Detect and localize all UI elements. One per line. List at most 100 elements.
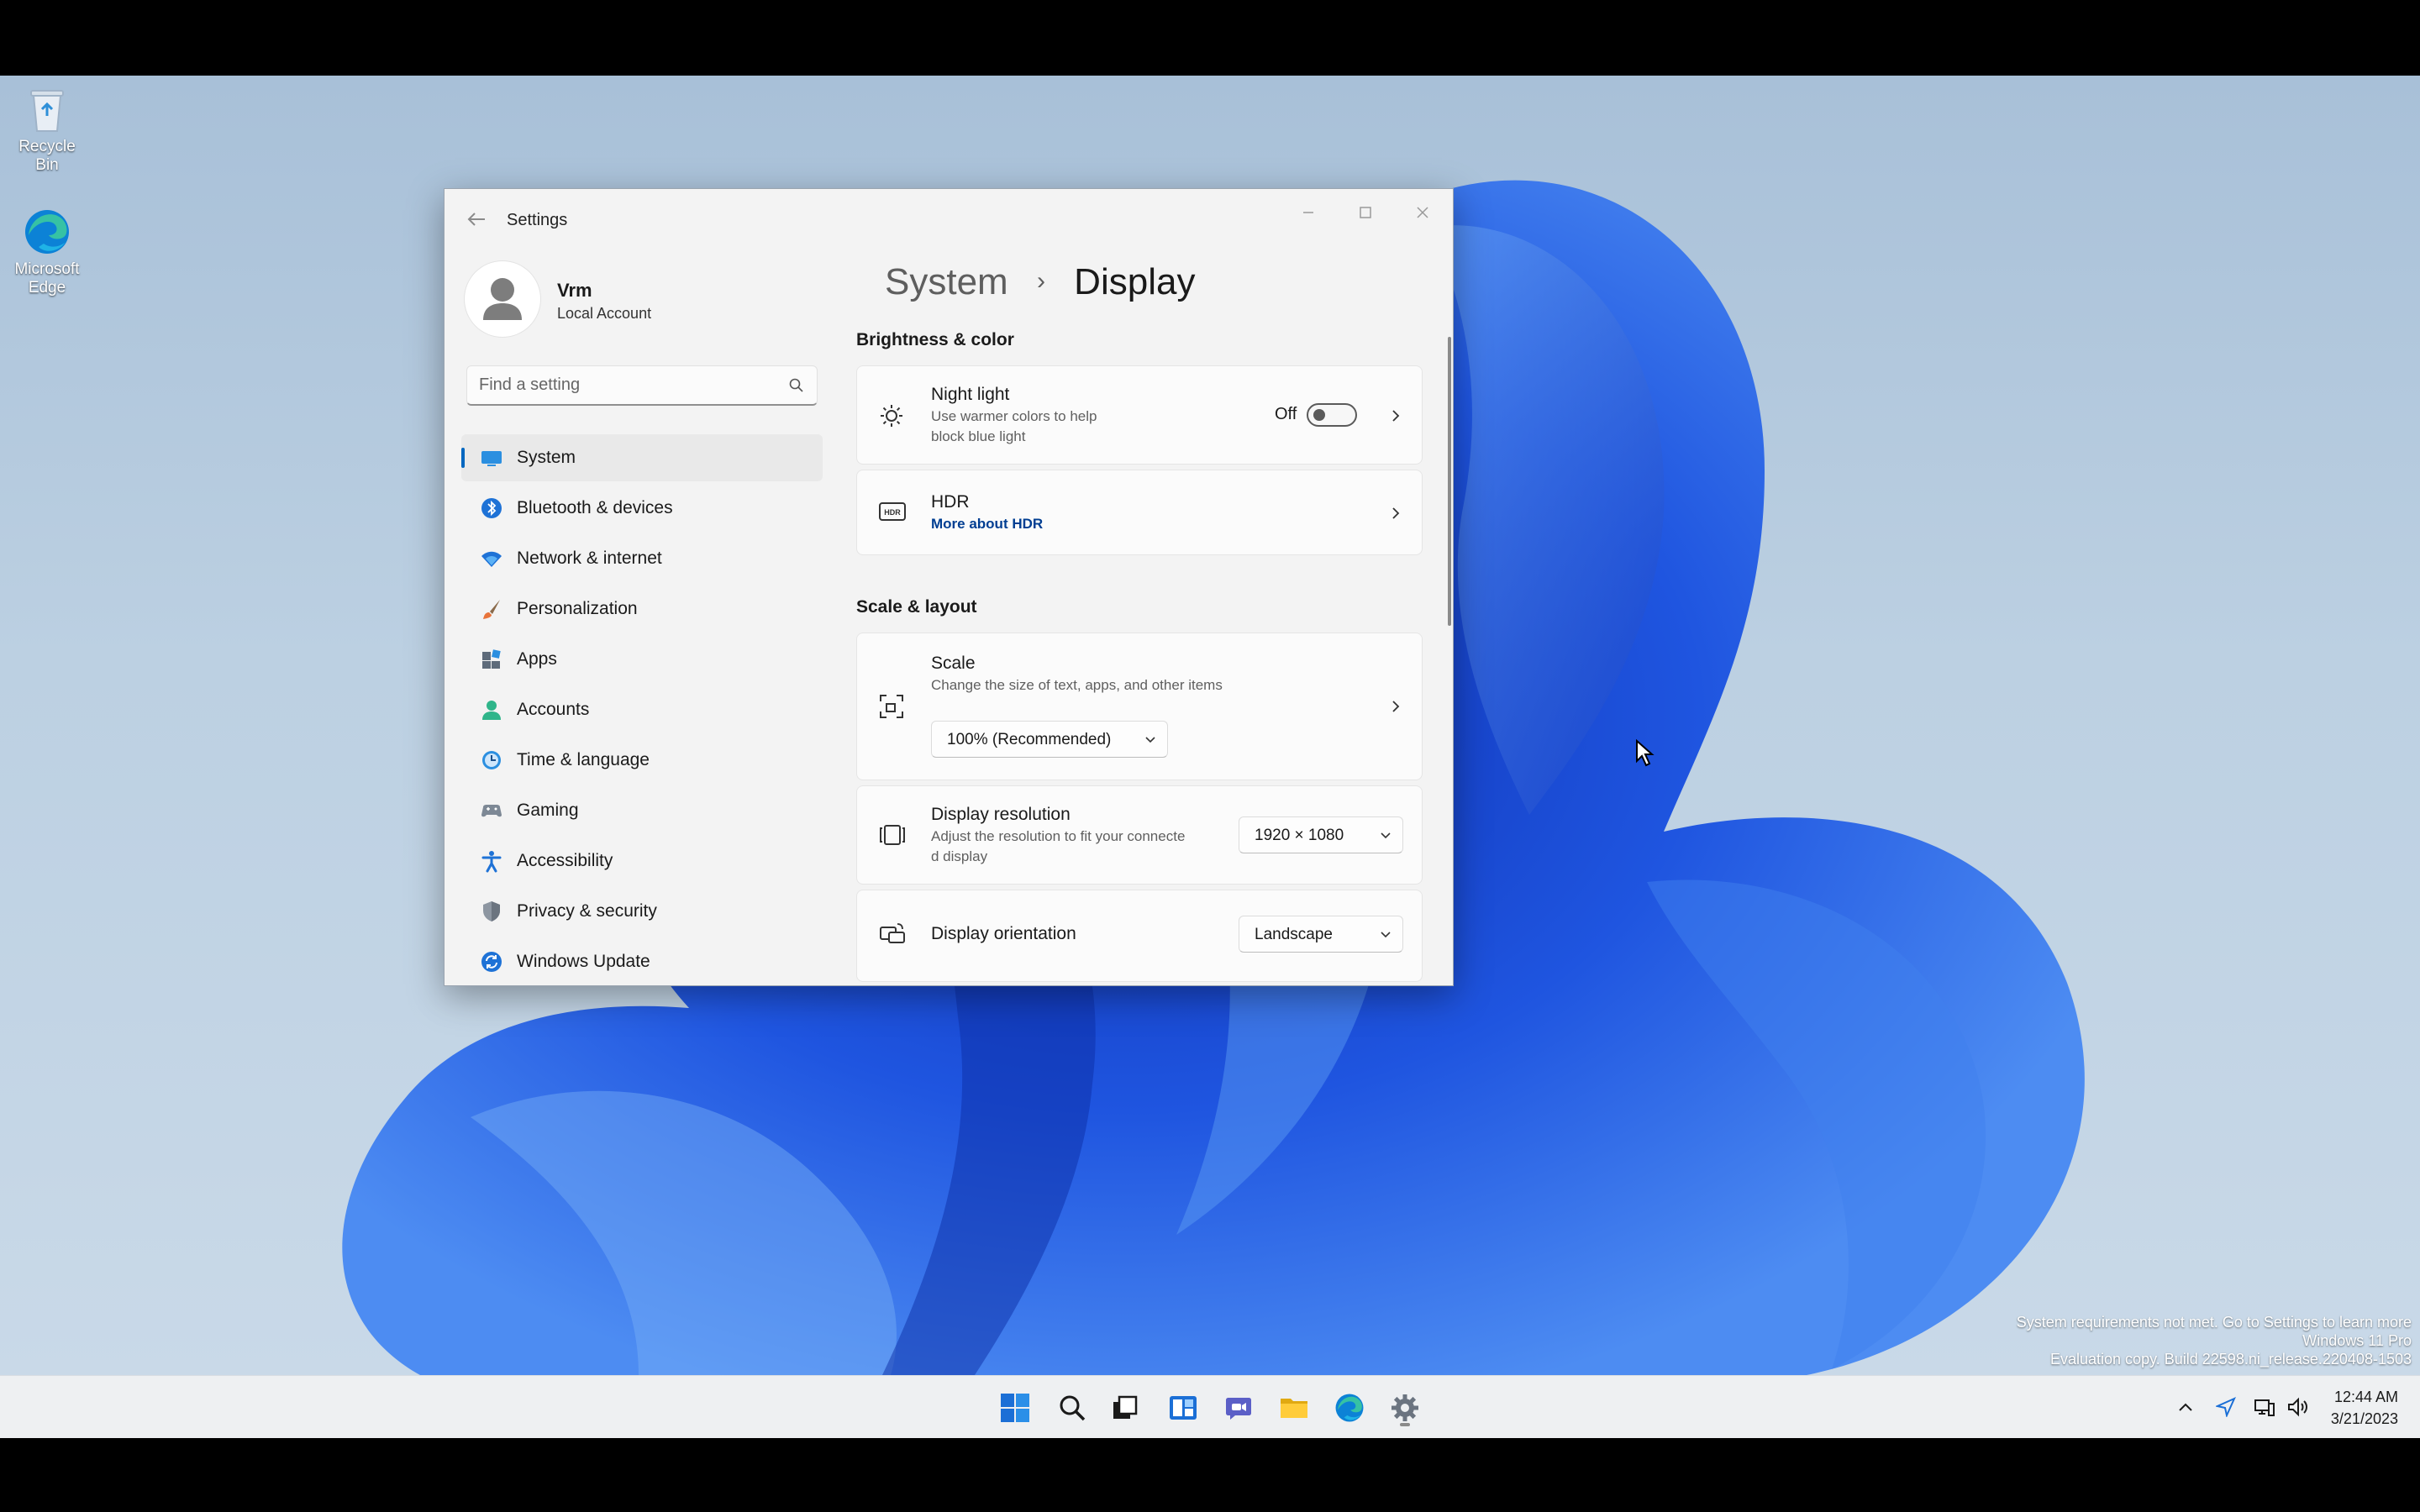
sidebar-item-network-internet[interactable]: Network & internet [461,535,823,582]
resolution-dropdown[interactable]: 1920 × 1080 [1239,816,1403,853]
back-arrow-icon [467,213,485,226]
breadcrumb: System › Display [885,261,1195,303]
sidebar-item-label: Apps [517,649,557,669]
gaming-icon [481,805,502,817]
hdr-title: HDR [931,492,970,512]
sidebar-item-label: Accessibility [517,851,613,870]
file-explorer-icon [1281,1399,1307,1418]
volume-icon [2288,1397,2307,1417]
chat-button[interactable] [1218,1388,1259,1428]
network-tray-button[interactable] [2252,1394,2277,1420]
search-icon [789,378,803,392]
brush-icon [483,600,500,619]
sidebar-item-apps[interactable]: Apps [461,636,823,683]
section-header-brightness: Brightness & color [856,330,1014,349]
clock-time: 12:44 AM [2333,1389,2398,1405]
sidebar-item-bluetooth-devices[interactable]: Bluetooth & devices [461,485,823,532]
orientation-value: Landscape [1255,926,1333,943]
orientation-icon [880,923,905,943]
sidebar-item-label: Privacy & security [517,901,657,921]
file-explorer-button[interactable] [1274,1388,1314,1428]
hdr-icon: HDR [879,502,906,521]
display-resolution-card: Display resolution Adjust the resolution… [856,785,1423,885]
volume-tray-button[interactable] [2286,1394,2311,1420]
wifi-icon [481,551,502,567]
toggle-knob [1313,409,1325,421]
night-light-subtitle: Use warmer colors to help block blue lig… [931,408,1097,444]
chevron-down-icon [1381,932,1391,938]
start-button[interactable] [995,1388,1035,1428]
task-view-button[interactable] [1104,1388,1144,1428]
sidebar-item-label: Personalization [517,599,638,618]
network-icon [2254,1399,2275,1416]
chevron-right-icon [1392,507,1400,519]
sidebar-item-privacy-security[interactable]: Privacy & security [461,888,823,935]
sidebar-item-label: System [517,448,576,467]
sidebar-item-accessibility[interactable]: Accessibility [461,837,823,885]
night-light-icon [881,405,902,427]
display-resolution-subtitle: Adjust the resolution to fit your connec… [931,828,1186,864]
night-light-title: Night light [931,385,1010,404]
mouse-cursor-icon [1636,739,1655,767]
edge-icon [1335,1394,1364,1422]
scale-value: 100% (Recommended) [947,731,1112,748]
location-icon [2216,1397,2236,1417]
breadcrumb-separator: › [1036,267,1045,295]
scale-card[interactable]: Scale Change the size of text, apps, and… [856,633,1423,780]
system-clock[interactable]: 12:44 AM 3/21/2023 [2331,1386,2398,1430]
selection-indicator [461,448,465,468]
hdr-card[interactable]: HDR HDR More about HDR [856,470,1423,555]
close-button[interactable] [1394,189,1451,236]
location-tray-button[interactable] [2213,1394,2238,1420]
scale-icon [880,695,903,718]
back-button[interactable] [461,204,492,234]
display-resolution-title: Display resolution [931,805,1071,824]
settings-search[interactable] [466,365,818,406]
avatar [465,261,540,337]
sidebar-item-accounts[interactable]: Accounts [461,686,823,733]
breadcrumb-parent[interactable]: System [885,261,1008,302]
night-light-card[interactable]: Night light Use warmer colors to help bl… [856,365,1423,465]
svg-text:HDR: HDR [884,508,901,517]
display-orientation-title: Display orientation [931,924,1076,943]
minimize-button[interactable] [1280,189,1337,236]
sidebar-item-label: Network & internet [517,549,662,568]
settings-taskbar-button[interactable] [1385,1388,1425,1428]
section-header-scale-layout: Scale & layout [856,597,977,617]
widgets-icon [1170,1396,1197,1420]
orientation-dropdown[interactable]: Landscape [1239,916,1403,953]
show-hidden-icons-button[interactable] [2173,1394,2198,1420]
desktop-icon-recycle-bin[interactable]: Recycle Bin [5,84,89,175]
user-name: Vrm [557,280,592,301]
activation-watermark: System requirements not met. Go to Setti… [2016,1314,2412,1368]
recycle-bin-icon [30,90,64,132]
search-input[interactable] [479,366,781,403]
edge-taskbar-button[interactable] [1329,1388,1370,1428]
sidebar-item-system[interactable]: System [461,434,823,481]
hdr-link[interactable]: More about HDR [931,516,1043,533]
sidebar-item-gaming[interactable]: Gaming [461,787,823,834]
display-orientation-card: Display orientation Landscape [856,890,1423,982]
account-type: Local Account [557,305,652,322]
chevron-up-icon [2179,1403,2192,1411]
chat-icon [1226,1398,1251,1420]
navigation-pane: System Bluetooth & devices Network & int… [461,434,823,985]
sidebar-item-time-language[interactable]: Time & language [461,737,823,784]
widgets-button[interactable] [1163,1388,1203,1428]
desktop-icon-edge[interactable]: Microsoft Edge [5,207,89,297]
night-light-toggle[interactable] [1307,403,1357,427]
scale-dropdown[interactable]: 100% (Recommended) [931,721,1168,758]
maximize-button[interactable] [1337,189,1394,236]
sidebar-item-label: Windows Update [517,952,650,971]
sidebar-item-windows-update[interactable]: Windows Update [461,938,823,985]
scale-title: Scale [931,654,976,673]
sidebar-item-label: Gaming [517,801,579,820]
chevron-down-icon [1145,737,1155,743]
sidebar-item-label: Time & language [517,750,650,769]
taskbar-search-button[interactable] [1052,1388,1092,1428]
scale-subtitle: Change the size of text, apps, and other… [931,677,1223,693]
sidebar-item-personalization[interactable]: Personalization [461,585,823,633]
content-scrollbar[interactable] [1448,337,1451,626]
edge-icon [25,210,69,254]
time-language-icon [482,751,501,769]
